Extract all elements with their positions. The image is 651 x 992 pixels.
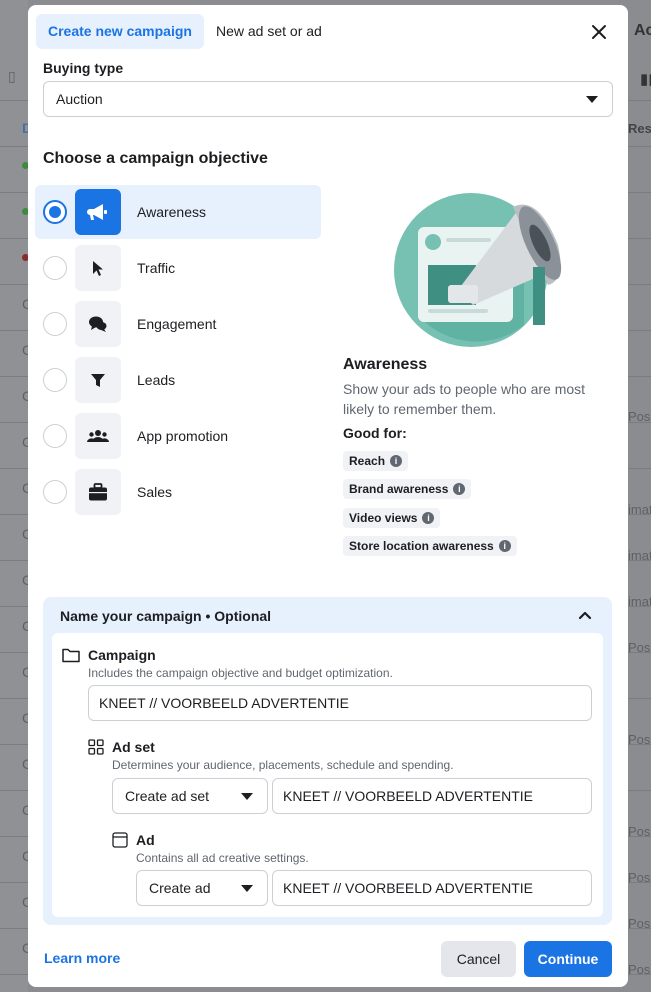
objective-option-app-promotion[interactable]: App promotion	[35, 409, 321, 463]
objective-description-title: Awareness	[343, 356, 428, 373]
cancel-button[interactable]: Cancel	[441, 941, 516, 977]
chip-label: Video views	[349, 511, 418, 525]
objective-option-sales[interactable]: Sales	[35, 465, 321, 519]
name-campaign-panel: Name your campaign • Optional Campaign I…	[43, 597, 612, 925]
ad-mode-select[interactable]: Create ad	[136, 870, 268, 906]
chip-label: Reach	[349, 454, 386, 468]
radio-traffic[interactable]	[43, 256, 67, 280]
bg-right-cell: Pos	[628, 409, 651, 424]
ad-subtitle: Contains all ad creative settings.	[136, 851, 309, 865]
people-icon	[75, 413, 121, 459]
objective-label: Leads	[137, 372, 176, 388]
chip-label: Brand awareness	[349, 482, 449, 496]
tab-create-new-campaign[interactable]: Create new campaign	[36, 14, 204, 49]
megaphone-icon	[75, 189, 121, 235]
objective-label: Awareness	[137, 204, 207, 220]
clipboard-icon: ▯	[8, 68, 16, 84]
chevron-up-icon[interactable]	[577, 607, 593, 623]
campaign-title: Campaign	[88, 647, 156, 663]
continue-button[interactable]: Continue	[524, 941, 612, 977]
buying-type-select[interactable]: Auction	[43, 81, 613, 117]
bg-right-header: Ac	[634, 22, 651, 39]
caret-down-icon	[241, 885, 253, 892]
ad-mode-value: Create ad	[149, 880, 211, 896]
bg-right-cell: imat	[628, 548, 651, 563]
tab-new-adset-or-ad[interactable]: New ad set or ad	[204, 14, 334, 49]
bg-right-cell: Pos	[628, 870, 651, 885]
bg-right-cell: Pos	[628, 962, 651, 977]
radio-sales[interactable]	[43, 480, 67, 504]
good-for-chip: Video views i	[343, 508, 441, 528]
objective-option-awareness[interactable]: Awareness	[35, 185, 321, 239]
good-for-chip: Brand awareness i	[343, 479, 472, 499]
objective-label: App promotion	[137, 428, 229, 444]
objective-option-engagement[interactable]: Engagement	[35, 297, 321, 351]
ad-name-input[interactable]: KNEET // VOORBEELD ADVERTENTIE	[272, 870, 592, 906]
good-for-chip: Reach i	[343, 451, 409, 471]
close-icon[interactable]	[588, 21, 610, 43]
info-icon[interactable]: i	[498, 540, 511, 552]
campaign-name-input[interactable]: KNEET // VOORBEELD ADVERTENTIE	[88, 685, 592, 721]
bg-right-col-header: Res	[628, 121, 651, 136]
good-for-chip: Store location awareness i	[343, 536, 517, 556]
folder-icon	[62, 648, 80, 663]
objective-label: Sales	[137, 484, 173, 500]
buying-type-label: Buying type	[43, 60, 124, 76]
adset-mode-value: Create ad set	[125, 788, 210, 804]
radio-leads[interactable]	[43, 368, 67, 392]
radio-app-promotion[interactable]	[43, 424, 67, 448]
ad-window-icon	[112, 832, 128, 848]
adset-mode-select[interactable]: Create ad set	[112, 778, 268, 814]
info-icon[interactable]: i	[390, 455, 403, 467]
objective-option-leads[interactable]: Leads	[35, 353, 321, 407]
objective-label: Engagement	[137, 316, 217, 332]
caret-down-icon	[586, 96, 598, 103]
bg-right-cell: Pos	[628, 916, 651, 931]
info-icon[interactable]: i	[453, 483, 466, 495]
learn-more-link[interactable]: Learn more	[44, 950, 120, 966]
campaign-subtitle: Includes the campaign objective and budg…	[88, 666, 393, 680]
name-campaign-header: Name your campaign • Optional	[60, 608, 272, 624]
ad-title: Ad	[136, 832, 155, 848]
briefcase-icon	[75, 469, 121, 515]
bg-right-cell: Pos	[628, 640, 651, 655]
bg-right-cell: imat	[628, 502, 651, 517]
caret-down-icon	[241, 793, 253, 800]
objective-label: Traffic	[137, 260, 176, 276]
funnel-icon	[75, 357, 121, 403]
awareness-illustration	[394, 193, 562, 347]
adset-name-input[interactable]: KNEET // VOORBEELD ADVERTENTIE	[272, 778, 592, 814]
chip-label: Store location awareness	[349, 539, 494, 553]
create-campaign-dialog: Create new campaign New ad set or ad Buy…	[28, 5, 628, 987]
adset-title: Ad set	[112, 739, 155, 755]
objective-option-traffic[interactable]: Traffic	[35, 241, 321, 295]
info-icon[interactable]: i	[422, 512, 435, 524]
radio-engagement[interactable]	[43, 312, 67, 336]
bg-right-cell: Pos	[628, 824, 651, 839]
columns-icon: ▮▮	[640, 71, 651, 88]
cursor-icon	[75, 245, 121, 291]
bg-right-cell: Pos	[628, 732, 651, 747]
objective-description-text: Show your ads to people who are most lik…	[343, 381, 586, 417]
radio-awareness[interactable]	[43, 200, 67, 224]
good-for-label: Good for:	[343, 425, 407, 441]
grid-icon	[88, 739, 104, 755]
adset-subtitle: Determines your audience, placements, sc…	[112, 758, 454, 772]
bg-right-cell: imat	[628, 594, 651, 609]
name-campaign-body: Campaign Includes the campaign objective…	[52, 633, 603, 917]
buying-type-value: Auction	[56, 91, 103, 107]
objective-section-title: Choose a campaign objective	[43, 150, 268, 167]
chat-bubbles-icon	[75, 301, 121, 347]
